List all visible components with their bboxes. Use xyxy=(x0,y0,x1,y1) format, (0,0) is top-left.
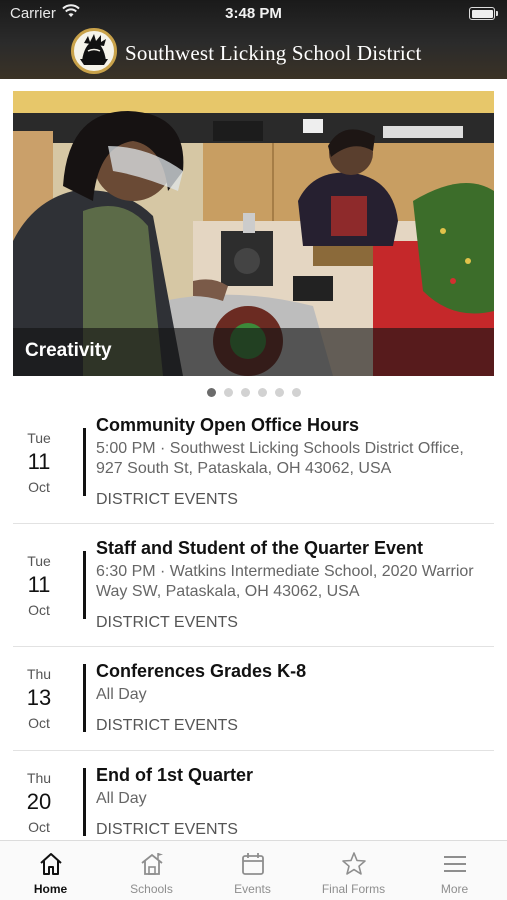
district-title: Southwest Licking School District xyxy=(125,41,422,65)
hero-caption: Creativity xyxy=(25,340,112,361)
calendar-icon xyxy=(242,853,264,875)
event-dow: Thu xyxy=(26,770,52,786)
event-category: DISTRICT EVENTS xyxy=(96,821,238,838)
menu-icon xyxy=(444,856,466,872)
event-month: Oct xyxy=(28,819,50,835)
event-list: Tue 11 Oct Community Open Office Hours 5… xyxy=(13,404,494,851)
clock: 3:48 PM xyxy=(225,5,282,22)
event-title: Staff and Student of the Quarter Event xyxy=(96,538,424,558)
event-detail: 5:00 PM · Southwest Licking Schools Dist… xyxy=(96,440,464,477)
event-day: 11 xyxy=(27,449,51,474)
carousel-pager[interactable] xyxy=(0,388,507,398)
event-detail: 6:30 PM · Watkins Intermediate School, 2… xyxy=(96,563,474,600)
district-logo-icon xyxy=(71,28,117,74)
hero-carousel[interactable]: Creativity xyxy=(13,91,494,376)
event-month: Oct xyxy=(28,715,50,731)
event-body: Community Open Office Hours 5:00 PM · So… xyxy=(96,415,494,479)
event-row[interactable]: Tue 11 Oct Staff and Student of the Quar… xyxy=(13,524,494,647)
event-detail: All Day xyxy=(96,790,147,807)
event-date: Tue 11 Oct xyxy=(13,553,65,618)
event-day: 20 xyxy=(26,789,52,814)
status-bar: Carrier 3:48 PM xyxy=(0,0,507,26)
pager-dot[interactable] xyxy=(257,388,267,397)
star-icon xyxy=(342,852,366,875)
event-title: Conferences Grades K-8 xyxy=(96,661,307,681)
event-day: 13 xyxy=(26,685,52,710)
event-row[interactable]: Thu 20 Oct End of 1st Quarter All Day DI… xyxy=(13,751,494,851)
battery-icon xyxy=(469,7,498,20)
event-title: End of 1st Quarter xyxy=(96,765,254,785)
pager-dot[interactable] xyxy=(223,388,233,397)
event-body: Conferences Grades K-8 All Day xyxy=(96,661,494,705)
pager-dot[interactable] xyxy=(274,388,284,397)
event-body: End of 1st Quarter All Day xyxy=(96,765,494,809)
event-divider xyxy=(83,428,86,496)
tab-bar: Home Schools Events Final Forms More xyxy=(0,840,507,900)
pager-dot[interactable] xyxy=(291,388,301,397)
event-row[interactable]: Tue 11 Oct Community Open Office Hours 5… xyxy=(13,404,494,524)
event-dow: Tue xyxy=(27,430,51,446)
app-header: Carrier 3:48 PM Southwest Licking School… xyxy=(0,0,507,79)
event-divider xyxy=(83,551,86,619)
event-category: DISTRICT EVENTS xyxy=(96,614,238,631)
event-title: Community Open Office Hours xyxy=(96,415,360,435)
event-dow: Tue xyxy=(27,553,51,569)
event-category: DISTRICT EVENTS xyxy=(96,717,238,734)
tab-label: More xyxy=(440,882,469,896)
tab-home[interactable]: Home xyxy=(0,841,101,900)
home-icon xyxy=(40,853,62,875)
tab-events[interactable]: Events xyxy=(202,841,303,900)
event-divider xyxy=(83,664,86,732)
event-month: Oct xyxy=(28,602,50,618)
event-detail: All Day xyxy=(96,686,147,703)
event-date: Thu 20 Oct xyxy=(13,770,65,835)
event-month: Oct xyxy=(28,479,50,495)
tab-label: Final Forms xyxy=(321,882,386,896)
tab-label: Home xyxy=(33,882,68,896)
event-category: DISTRICT EVENTS xyxy=(96,491,238,508)
tab-label: Events xyxy=(234,882,271,896)
tab-more[interactable]: More xyxy=(404,841,505,900)
event-day: 11 xyxy=(27,572,51,597)
event-date: Thu 13 Oct xyxy=(13,666,65,731)
tab-schools[interactable]: Schools xyxy=(101,841,202,900)
school-icon xyxy=(141,853,163,875)
event-body: Staff and Student of the Quarter Event 6… xyxy=(96,538,494,602)
event-row[interactable]: Thu 13 Oct Conferences Grades K-8 All Da… xyxy=(13,647,494,751)
event-divider xyxy=(83,768,86,836)
tab-label: Schools xyxy=(130,882,173,896)
event-dow: Thu xyxy=(26,666,52,682)
pager-dot[interactable] xyxy=(206,388,216,397)
tab-final-forms[interactable]: Final Forms xyxy=(303,841,404,900)
pager-dot[interactable] xyxy=(240,388,250,397)
event-date: Tue 11 Oct xyxy=(13,430,65,495)
